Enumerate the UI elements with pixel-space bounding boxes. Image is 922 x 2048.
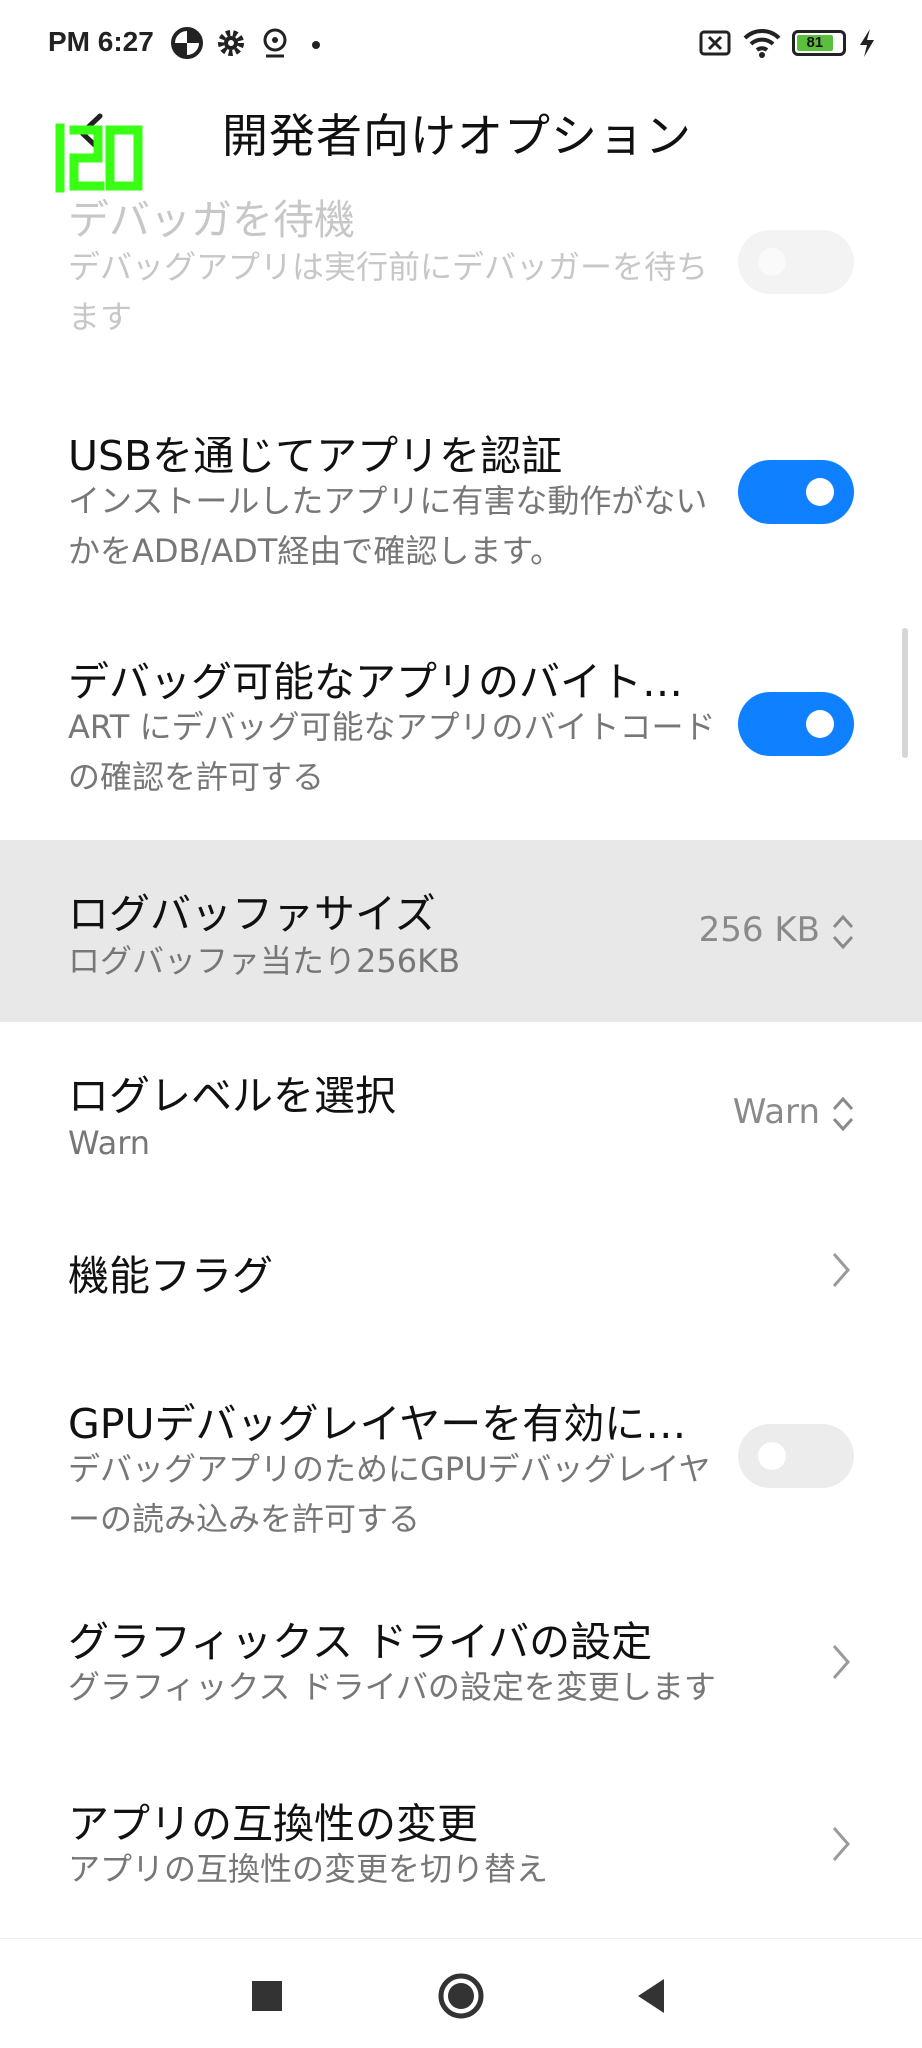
list-item-subtitle: インストールしたアプリに有害な動作がないかをADB/ADT経由で確認します。 bbox=[68, 482, 708, 570]
toggle-switch[interactable] bbox=[738, 1424, 854, 1488]
hotspot-icon bbox=[263, 28, 287, 58]
updown-icon bbox=[832, 1096, 854, 1132]
navigation-bar bbox=[0, 1938, 922, 2048]
list-item-title: ログレベルを選択 bbox=[68, 1072, 396, 1120]
status-time: PM 6:27 bbox=[48, 26, 154, 57]
list-item-subtitle: ART にデバッグ可能なアプリのバイトコードの確認を許可する bbox=[68, 708, 716, 796]
list-item-title: ログバッファサイズ bbox=[68, 890, 436, 938]
list-item-title: デバッグ可能なアプリのバイト… bbox=[68, 658, 683, 706]
updown-icon bbox=[832, 914, 854, 950]
list-item-gpu-debug-layers[interactable]: GPUデバッグレイヤーを有効に… デバッグアプリのためにGPUデバッグレイヤーの… bbox=[0, 1370, 922, 1550]
status-bar: PM 6:27 81 bbox=[0, 0, 922, 90]
wifi-icon bbox=[743, 28, 781, 58]
list-item-subtitle: グラフィックス ドライバの設定を変更します bbox=[68, 1668, 716, 1706]
chevron-right-icon bbox=[832, 1253, 850, 1287]
list-item-subtitle: デバッグアプリは実行前にデバッガーを待ちます bbox=[68, 248, 709, 336]
home-icon[interactable] bbox=[434, 1969, 488, 2023]
list-item-app-compat[interactable]: アプリの互換性の変更 アプリの互換性の変更を切り替え bbox=[0, 1778, 922, 1914]
list-item-subtitle: Warn bbox=[68, 1124, 151, 1162]
data-saver-icon bbox=[171, 27, 203, 59]
chevron-right-icon bbox=[832, 1827, 850, 1861]
battery-icon: 81 bbox=[792, 30, 846, 56]
no-sim-icon bbox=[699, 30, 731, 56]
list-item-title: アプリの互換性の変更 bbox=[68, 1800, 478, 1848]
page-title: 開発者向けオプション bbox=[222, 109, 692, 163]
settings-icon bbox=[218, 30, 244, 56]
list-item-title: デバッガを待機 bbox=[68, 196, 355, 244]
toggle-switch[interactable] bbox=[738, 692, 854, 756]
list-item-verify-bytecode[interactable]: デバッグ可能なアプリのバイト… ART にデバッグ可能なアプリのバイトコードの確… bbox=[0, 640, 922, 820]
list-item-feature-flags[interactable]: 機能フラグ bbox=[0, 1202, 922, 1338]
list-item-log-level[interactable]: ログレベルを選択 Warn Warn bbox=[0, 1022, 922, 1202]
list-item-subtitle: ログバッファ当たり256KB bbox=[68, 942, 461, 980]
selected-value: 256 KB bbox=[698, 910, 820, 950]
chevron-right-icon bbox=[832, 1645, 850, 1679]
charging-icon bbox=[860, 29, 874, 57]
list-item-subtitle: アプリの互換性の変更を切り替え bbox=[68, 1850, 549, 1888]
list-item-subtitle: デバッグアプリのためにGPUデバッグレイヤーの読み込みを許可する bbox=[68, 1450, 711, 1538]
list-item-title: グラフィックス ドライバの設定 bbox=[68, 1618, 653, 1666]
selected-value: Warn bbox=[732, 1092, 820, 1132]
battery-level: 81 bbox=[797, 35, 833, 51]
recents-icon[interactable] bbox=[240, 1969, 294, 2023]
list-item-graphics-driver[interactable]: グラフィックス ドライバの設定 グラフィックス ドライバの設定を変更します bbox=[0, 1596, 922, 1732]
fps-overlay bbox=[55, 123, 143, 193]
list-item-verify-apps-usb[interactable]: USBを通じてアプリを認証 インストールしたアプリに有害な動作がないかをADB/… bbox=[0, 410, 922, 590]
toggle-switch[interactable] bbox=[738, 460, 854, 524]
dot-icon bbox=[312, 41, 320, 49]
toggle-switch[interactable] bbox=[738, 230, 854, 294]
list-item-title: USBを通じてアプリを認証 bbox=[68, 432, 563, 480]
back-icon[interactable] bbox=[624, 1969, 678, 2023]
list-item-title: GPUデバッグレイヤーを有効に… bbox=[68, 1400, 687, 1448]
scrollbar[interactable] bbox=[902, 628, 908, 758]
list-item-title: 機能フラグ bbox=[68, 1252, 273, 1300]
list-item-wait-for-debugger[interactable]: デバッガを待機 デバッグアプリは実行前にデバッガーを待ちます bbox=[0, 190, 922, 370]
list-item-log-buffer-size[interactable]: ログバッファサイズ ログバッファ当たり256KB 256 KB bbox=[0, 840, 922, 1022]
